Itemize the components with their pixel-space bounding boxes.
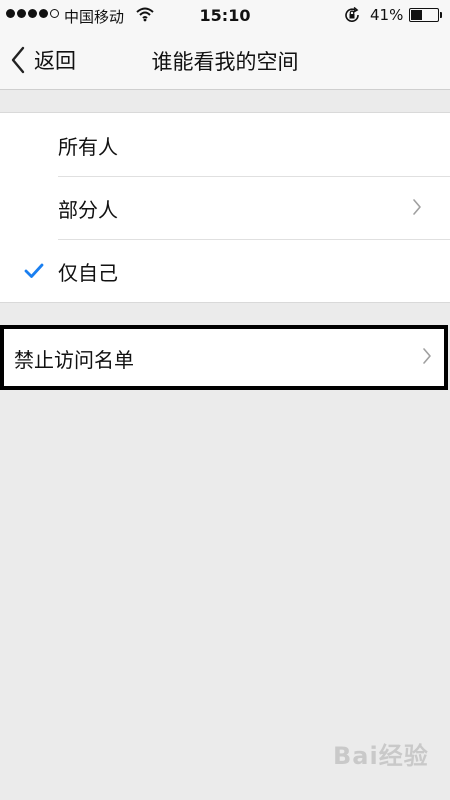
battery-level <box>411 10 422 20</box>
option-some-people[interactable]: 部分人 <box>0 176 450 239</box>
option-label: 仅自己 <box>58 261 118 285</box>
blocked-list-item[interactable]: 禁止访问名单 <box>0 325 448 390</box>
option-label: 部分人 <box>58 198 118 222</box>
chevron-right-icon <box>422 347 432 369</box>
watermark: Bai经验 <box>333 742 429 770</box>
option-only-me[interactable]: 仅自己 <box>0 239 450 302</box>
page-title: 谁能看我的空间 <box>151 50 299 74</box>
status-bar: 中国移动 15:10 41% <box>0 0 450 30</box>
battery-percent: 41% <box>370 6 404 24</box>
blocked-list-label: 禁止访问名单 <box>14 348 134 372</box>
navigation-bar: 返回 谁能看我的空间 <box>0 30 450 90</box>
battery-icon <box>409 8 442 22</box>
option-everyone[interactable]: 所有人 <box>0 113 450 176</box>
rotation-lock-icon <box>343 6 361 28</box>
option-label: 所有人 <box>58 135 118 159</box>
checkmark-icon <box>24 263 44 283</box>
visibility-options: 所有人 部分人 仅自己 <box>0 112 450 303</box>
chevron-right-icon <box>412 198 422 220</box>
